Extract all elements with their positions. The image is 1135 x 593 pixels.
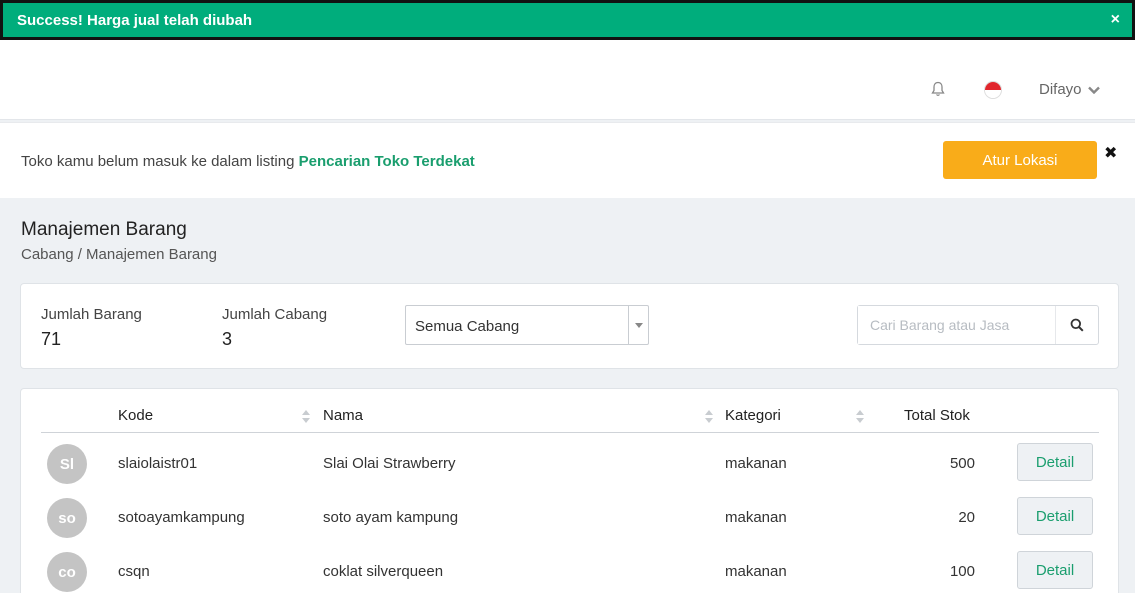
cell-kode: sotoayamkampung bbox=[118, 509, 245, 526]
header-total-stok[interactable]: Total Stok bbox=[904, 407, 970, 424]
item-count-stat: Jumlah Barang 71 bbox=[41, 306, 142, 350]
cell-kode: slaiolaistr01 bbox=[118, 455, 198, 472]
search-box bbox=[857, 305, 1099, 345]
table-row: co csqn coklat silverqueen makanan 100 D… bbox=[41, 543, 1099, 593]
breadcrumb[interactable]: Cabang / Manajemen Barang bbox=[21, 246, 217, 263]
set-location-button[interactable]: Atur Lokasi bbox=[943, 141, 1097, 179]
banner-text: Toko kamu belum masuk ke dalam listing P… bbox=[21, 153, 475, 170]
branch-select-value: Semua Cabang bbox=[415, 318, 520, 335]
location-banner: Toko kamu belum masuk ke dalam listing P… bbox=[0, 122, 1135, 198]
table-row: Sl slaiolaistr01 Slai Olai Strawberry ma… bbox=[41, 435, 1099, 489]
items-table-card: Kode Nama Kategori Total Stok Sl slaiola… bbox=[20, 388, 1119, 593]
avatar: Sl bbox=[47, 444, 87, 484]
table-row: so sotoayamkampung soto ayam kampung mak… bbox=[41, 489, 1099, 543]
cell-nama: soto ayam kampung bbox=[323, 509, 459, 526]
chevron-down-icon bbox=[1087, 86, 1100, 94]
header-kode[interactable]: Kode bbox=[118, 407, 153, 424]
sort-icon[interactable] bbox=[856, 410, 864, 427]
indonesia-flag-icon[interactable] bbox=[984, 81, 1002, 99]
detail-button[interactable]: Detail bbox=[1017, 551, 1093, 589]
avatar: so bbox=[47, 498, 87, 538]
nearby-store-link[interactable]: Pencarian Toko Terdekat bbox=[299, 153, 475, 170]
cell-kode: csqn bbox=[118, 563, 150, 580]
sort-icon[interactable] bbox=[705, 410, 713, 427]
header-nama[interactable]: Nama bbox=[323, 407, 363, 424]
avatar: co bbox=[47, 552, 87, 592]
cell-stok: 100 bbox=[949, 563, 975, 580]
banner-close-icon[interactable]: ✖ bbox=[1104, 143, 1117, 163]
branch-select[interactable]: Semua Cabang bbox=[405, 305, 649, 345]
detail-button[interactable]: Detail bbox=[1017, 497, 1093, 535]
item-count-label: Jumlah Barang bbox=[41, 306, 142, 323]
page-title: Manajemen Barang bbox=[21, 219, 187, 240]
search-icon[interactable] bbox=[1056, 306, 1098, 344]
item-count-value: 71 bbox=[41, 329, 62, 349]
dropdown-arrow-icon[interactable] bbox=[628, 306, 648, 344]
header-kategori[interactable]: Kategori bbox=[725, 407, 781, 424]
bell-icon[interactable] bbox=[931, 81, 945, 101]
cell-nama: coklat silverqueen bbox=[323, 563, 444, 580]
cell-stok: 20 bbox=[958, 509, 975, 526]
cell-nama: Slai Olai Strawberry bbox=[323, 455, 456, 472]
banner-message: Toko kamu belum masuk ke dalam listing bbox=[21, 153, 299, 170]
table-header: Kode Nama Kategori Total Stok bbox=[41, 407, 1099, 433]
cell-kategori: makanan bbox=[725, 563, 787, 580]
topbar bbox=[0, 60, 1135, 120]
search-input[interactable] bbox=[858, 306, 1056, 344]
user-menu[interactable]: Difayo bbox=[1039, 81, 1100, 98]
cell-stok: 500 bbox=[949, 455, 975, 472]
cell-kategori: makanan bbox=[725, 455, 787, 472]
success-toast: Success! Harga jual telah diubah × bbox=[0, 0, 1135, 40]
cell-kategori: makanan bbox=[725, 509, 787, 526]
sort-icon[interactable] bbox=[302, 410, 310, 427]
branch-count-value: 3 bbox=[222, 329, 233, 349]
branch-count-stat: Jumlah Cabang 3 bbox=[222, 306, 327, 350]
detail-button[interactable]: Detail bbox=[1017, 443, 1093, 481]
branch-count-label: Jumlah Cabang bbox=[222, 306, 328, 323]
user-name: Difayo bbox=[1039, 81, 1082, 98]
stats-card: Jumlah Barang 71 Jumlah Cabang 3 Semua C… bbox=[20, 283, 1119, 369]
toast-message: Success! Harga jual telah diubah bbox=[17, 11, 253, 29]
toast-close-icon[interactable]: × bbox=[1111, 11, 1120, 29]
